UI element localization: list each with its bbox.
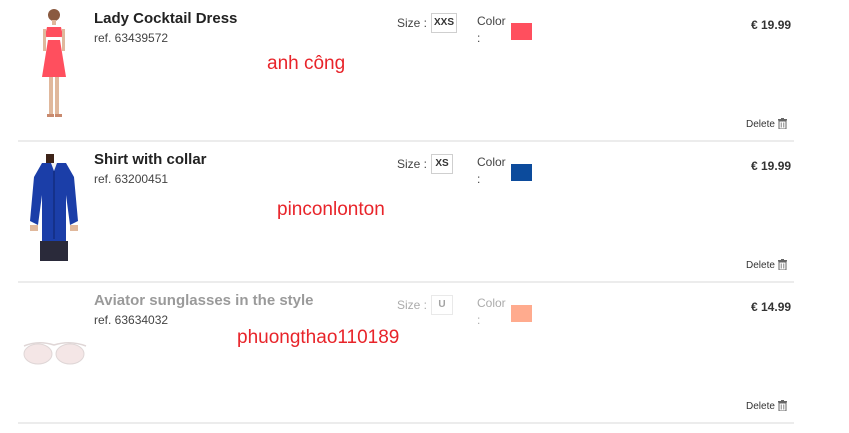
- trash-icon: [777, 400, 787, 411]
- shirt-product-image[interactable]: [18, 141, 90, 261]
- color-swatch: [511, 164, 532, 181]
- delete-label: Delete: [746, 119, 775, 130]
- product-ref: ref. 63200451: [94, 172, 169, 186]
- trash-icon: [777, 259, 787, 270]
- delete-button[interactable]: Delete: [746, 400, 787, 412]
- overlay-text: pinconlonton: [277, 199, 385, 220]
- size-value: XS: [431, 154, 453, 174]
- product-price: € 14.99: [751, 300, 792, 314]
- product-price: € 19.99: [751, 159, 792, 173]
- delete-label: Delete: [746, 401, 775, 412]
- delete-button[interactable]: Delete: [746, 259, 787, 271]
- sunglasses-product-image[interactable]: [18, 282, 90, 402]
- product-ref: ref. 63634032: [94, 313, 169, 327]
- size-label: Size :: [397, 298, 428, 312]
- color-swatch: [511, 305, 532, 322]
- overlay-text: phuongthao110189: [237, 327, 400, 348]
- product-title[interactable]: Shirt with collar: [94, 151, 207, 168]
- product-ref: ref. 63439572: [94, 31, 169, 45]
- color-label: Color :: [477, 155, 506, 186]
- size-value: U: [431, 295, 453, 315]
- product-title[interactable]: Aviator sunglasses in the style: [94, 292, 314, 309]
- cart-item-row: Aviator sunglasses in the style ref. 636…: [18, 282, 794, 424]
- color-label: Color :: [477, 14, 506, 45]
- overlay-text: anh công: [267, 53, 346, 74]
- size-label: Size :: [397, 157, 428, 171]
- size-label: Size :: [397, 16, 428, 30]
- cart-item-row: Lady Cocktail Dress ref. 63439572 Size :…: [18, 0, 794, 142]
- size-value: XXS: [431, 13, 458, 33]
- delete-button[interactable]: Delete: [746, 118, 787, 130]
- color-swatch: [511, 23, 532, 40]
- dress-product-image[interactable]: [18, 0, 90, 120]
- product-price: € 19.99: [751, 18, 792, 32]
- color-label: Color :: [477, 296, 506, 327]
- product-title[interactable]: Lady Cocktail Dress: [94, 10, 237, 27]
- delete-label: Delete: [746, 260, 775, 271]
- trash-icon: [777, 118, 787, 129]
- cart-item-row: Shirt with collar ref. 63200451 Size : X…: [18, 141, 794, 283]
